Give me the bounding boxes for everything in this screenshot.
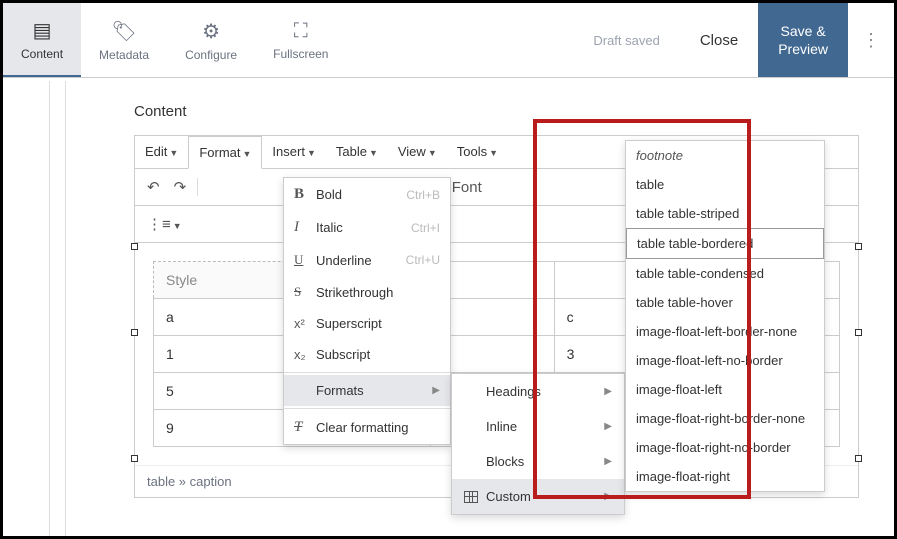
redo-button[interactable]: ↷ (168, 173, 193, 201)
format-bold[interactable]: BBoldCtrl+B (284, 178, 450, 211)
custom-img-fl[interactable]: image-float-left (626, 375, 824, 404)
chevron-down-icon: ▼ (169, 148, 178, 158)
menu-insert[interactable]: Insert▼ (262, 136, 325, 168)
undo-button[interactable]: ↶ (141, 173, 166, 201)
custom-footnote[interactable]: footnote (626, 141, 824, 170)
resize-handle[interactable] (131, 329, 138, 336)
tab-metadata[interactable]: 🏷 Metadata (81, 3, 167, 77)
strikethrough-icon: S (294, 284, 308, 300)
close-button[interactable]: Close (680, 3, 758, 77)
shortcut-label: Ctrl+U (406, 253, 440, 267)
subscript-icon: x₂ (294, 347, 308, 362)
format-dropdown: BBoldCtrl+B IItalicCtrl+I UUnderlineCtrl… (283, 177, 451, 445)
menu-view[interactable]: View▼ (388, 136, 447, 168)
chevron-down-icon: ▼ (428, 148, 437, 158)
chevron-right-icon: ▶ (604, 456, 612, 467)
tab-configure[interactable]: ⚙ Configure (167, 3, 255, 77)
resize-handle[interactable] (855, 329, 862, 336)
font-family-select[interactable]: Font (446, 174, 488, 201)
chevron-down-icon: ▼ (489, 148, 498, 158)
bold-icon: B (294, 186, 308, 203)
format-formats-submenu[interactable]: Formats▶ (284, 375, 450, 406)
save-label-1: Save & (781, 22, 826, 40)
resize-handle[interactable] (855, 455, 862, 462)
custom-img-fl-border-none[interactable]: image-float-left-border-none (626, 317, 824, 346)
custom-table-condensed[interactable]: table table-condensed (626, 259, 824, 288)
underline-icon: U (294, 252, 308, 268)
save-label-2: Preview (778, 40, 828, 58)
grid-icon (464, 491, 478, 503)
fullscreen-icon: ⛶ (294, 20, 308, 43)
tab-fullscreen[interactable]: ⛶ Fullscreen (255, 3, 346, 77)
resize-handle[interactable] (131, 243, 138, 250)
format-italic[interactable]: IItalicCtrl+I (284, 211, 450, 244)
custom-table-hover[interactable]: table table-hover (626, 288, 824, 317)
chevron-right-icon: ▶ (604, 386, 612, 397)
format-underline[interactable]: UUnderlineCtrl+U (284, 244, 450, 276)
submenu-inline[interactable]: Inline▶ (452, 409, 624, 444)
chevron-down-icon: ▼ (307, 148, 316, 158)
chevron-right-icon: ▶ (604, 491, 612, 502)
more-menu-button[interactable]: ⋮ (848, 3, 894, 77)
clear-format-icon: T (294, 419, 308, 436)
custom-img-fl-no-border[interactable]: image-float-left-no-border (626, 346, 824, 375)
submenu-headings[interactable]: Headings▶ (452, 374, 624, 409)
custom-table-striped[interactable]: table table-striped (626, 199, 824, 228)
tag-icon: 🏷 (111, 19, 136, 44)
menu-edit[interactable]: Edit▼ (135, 136, 188, 168)
menu-tools[interactable]: Tools▼ (447, 136, 508, 168)
tab-content[interactable]: ▤ Content (3, 3, 81, 77)
custom-table[interactable]: table (626, 170, 824, 199)
save-preview-button[interactable]: Save & Preview (758, 3, 848, 77)
shortcut-label: Ctrl+B (406, 188, 440, 202)
chevron-right-icon: ▶ (432, 385, 440, 396)
format-superscript[interactable]: x²Superscript (284, 308, 450, 339)
menu-format[interactable]: Format▼ (188, 136, 262, 169)
custom-table-bordered[interactable]: table table-bordered (626, 228, 824, 259)
custom-img-fr-border-none[interactable]: image-float-right-border-none (626, 404, 824, 433)
content-icon: ▤ (33, 18, 52, 43)
submenu-blocks[interactable]: Blocks▶ (452, 444, 624, 479)
bullet-list-button[interactable]: ⋮≡▼ (141, 210, 188, 238)
chevron-down-icon: ▼ (243, 149, 252, 159)
custom-img-fr[interactable]: image-float-right (626, 462, 824, 491)
chevron-down-icon: ▼ (369, 148, 378, 158)
tab-configure-label: Configure (185, 48, 237, 62)
section-title: Content (134, 103, 859, 120)
italic-icon: I (294, 219, 308, 236)
menu-table[interactable]: Table▼ (326, 136, 388, 168)
formats-submenu: Headings▶ Inline▶ Blocks▶ Custom▶ (451, 373, 625, 515)
tab-content-label: Content (21, 47, 63, 61)
resize-handle[interactable] (855, 243, 862, 250)
chevron-right-icon: ▶ (604, 421, 612, 432)
status-text: Draft saved (593, 3, 679, 77)
format-subscript[interactable]: x₂Subscript (284, 339, 450, 370)
tab-metadata-label: Metadata (99, 48, 149, 62)
superscript-icon: x² (294, 316, 308, 331)
tab-fullscreen-label: Fullscreen (273, 47, 328, 61)
shortcut-label: Ctrl+I (411, 221, 440, 235)
format-clear[interactable]: TClear formatting (284, 411, 450, 444)
submenu-custom[interactable]: Custom▶ (452, 479, 624, 514)
gear-icon: ⚙ (202, 19, 220, 44)
format-strikethrough[interactable]: SStrikethrough (284, 276, 450, 308)
custom-img-fr-no-border[interactable]: image-float-right-no-border (626, 433, 824, 462)
custom-formats-submenu: footnote table table table-striped table… (625, 140, 825, 492)
resize-handle[interactable] (131, 455, 138, 462)
